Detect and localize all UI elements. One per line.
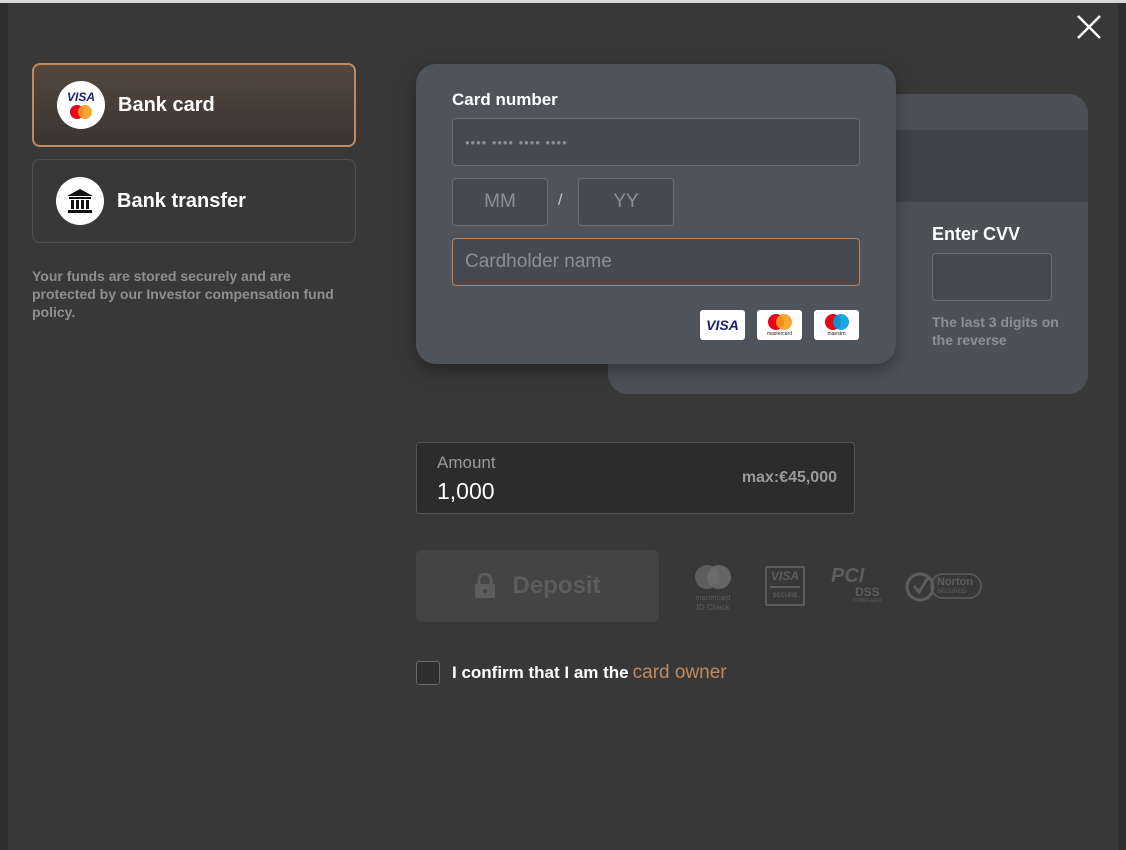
amount-value[interactable]: 1,000	[437, 478, 495, 505]
card-owner-link[interactable]: card owner	[633, 662, 727, 683]
norton-line2: SECURED	[937, 589, 967, 595]
cvv-input[interactable]	[932, 253, 1052, 301]
expiry-month-input[interactable]	[453, 179, 547, 225]
mastercard-id-check-icon: mastercard ID Check	[692, 564, 734, 612]
mastercard-logo-text: mastercard	[766, 331, 792, 337]
mastercard-logo-icon: mastercard	[757, 310, 802, 340]
expiry-separator: /	[558, 192, 563, 209]
payment-method-label: Bank transfer	[117, 189, 246, 212]
mc-id-check-line1: mastercard	[695, 595, 731, 602]
expiry-month-field[interactable]	[452, 178, 548, 226]
lock-icon	[475, 573, 496, 598]
cvv-label: Enter CVV	[932, 224, 1021, 244]
card-front: Card number / VISA mastercard	[416, 64, 896, 364]
deposit-label: Deposit	[512, 572, 601, 599]
confirm-owner-label: I confirm that I am the card owner	[452, 662, 727, 684]
deposit-modal: VISA Bank card Bank transfer Your funds …	[8, 3, 1118, 850]
card-number-field[interactable]	[452, 118, 860, 166]
visa-secure-line2: SECURE	[772, 593, 798, 599]
amount-max: max:€45,000	[741, 469, 837, 486]
close-icon[interactable]	[1072, 10, 1106, 44]
cardholder-name-input[interactable]	[453, 239, 859, 285]
visa-logo-icon: VISA	[700, 310, 745, 340]
deposit-button[interactable]: Deposit	[416, 550, 659, 622]
amount-label: Amount	[437, 453, 496, 472]
pci-line2: DSS	[855, 585, 880, 599]
pci-line3: COMPLIANT	[853, 598, 883, 604]
cvv-hint: The last 3 digits on the reverse	[932, 314, 1059, 348]
amount-field[interactable]: Amount 1,000 max:€45,000	[416, 442, 855, 514]
card-number-input[interactable]	[453, 119, 859, 165]
visa-logo-text: VISA	[706, 317, 739, 333]
payment-method-bank-transfer[interactable]: Bank transfer	[32, 159, 356, 243]
confirm-owner-checkbox[interactable]	[416, 661, 440, 685]
expiry-year-field[interactable]	[578, 178, 674, 226]
mastercard-circles-icon	[70, 104, 92, 119]
norton-secured-icon: Norton SECURED	[905, 570, 983, 602]
visa-secure-line1: VISA	[770, 569, 799, 583]
norton-line1: Norton	[937, 576, 974, 588]
pci-line1: PCI	[831, 565, 865, 587]
visa-mastercard-icon: VISA	[57, 81, 105, 129]
visa-secure-icon: VISA SECURE	[765, 566, 805, 606]
bank-icon	[56, 177, 104, 225]
security-note: Your funds are stored securely and are p…	[32, 268, 334, 320]
card-number-label: Card number	[452, 90, 558, 109]
payment-method-label: Bank card	[118, 93, 215, 116]
maestro-logo-icon: maestro	[814, 310, 859, 340]
maestro-logo-text: maestro	[827, 331, 846, 337]
payment-method-bank-card[interactable]: VISA Bank card	[32, 63, 356, 147]
expiry-year-input[interactable]	[579, 179, 673, 225]
confirm-text: I confirm that I am the	[452, 663, 629, 682]
cardholder-name-field[interactable]	[452, 238, 860, 286]
pci-dss-icon: PCI DSS COMPLIANT	[831, 566, 885, 608]
mc-id-check-line2: ID Check	[696, 603, 730, 612]
